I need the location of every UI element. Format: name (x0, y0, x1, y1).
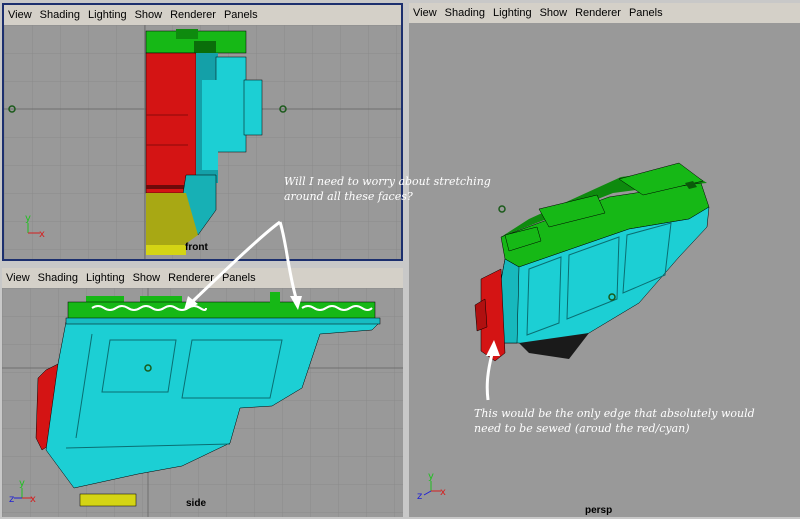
persp-panel-menubar: View Shading Lighting Show Renderer Pane… (409, 3, 800, 23)
menu-shading[interactable]: Shading (441, 3, 489, 23)
front-axis-x: x (39, 229, 45, 240)
front-viewport[interactable]: front y x (4, 25, 401, 259)
front-viewport-panel[interactable]: View Shading Lighting Show Renderer Pane… (2, 3, 403, 261)
menu-show[interactable]: Show (536, 3, 572, 23)
menu-lighting[interactable]: Lighting (82, 268, 129, 288)
side-panel-menubar: View Shading Lighting Show Renderer Pane… (2, 268, 403, 288)
menu-renderer[interactable]: Renderer (164, 268, 218, 288)
menu-panels[interactable]: Panels (220, 5, 262, 25)
sew-annotation-line1: This would be the only edge that absolut… (474, 407, 755, 420)
side-viewport-panel[interactable]: View Shading Lighting Show Renderer Pane… (2, 268, 403, 517)
menu-shading[interactable]: Shading (34, 268, 82, 288)
side-mesh (35, 292, 381, 507)
persp-viewport-panel[interactable]: View Shading Lighting Show Renderer Pane… (409, 3, 800, 517)
side-axis-x: x (30, 494, 36, 505)
persp-axis-gizmo: y x z (417, 471, 446, 502)
side-axis-z: z (9, 494, 14, 505)
menu-lighting[interactable]: Lighting (84, 5, 131, 25)
menu-panels[interactable]: Panels (218, 268, 260, 288)
persp-mesh (474, 162, 710, 362)
front-axis-y: y (25, 213, 31, 224)
persp-axis-x: x (440, 487, 446, 498)
front-camera-label: front (185, 242, 208, 253)
menu-renderer[interactable]: Renderer (166, 5, 220, 25)
menu-view[interactable]: View (409, 3, 441, 23)
menu-shading[interactable]: Shading (36, 5, 84, 25)
sew-annotation-line2: need to be sewed (aroud the red/cyan) (474, 422, 690, 435)
persp-viewport[interactable]: persp y x z (409, 23, 800, 517)
stretch-annotation: Will I need to worry about stretching ar… (284, 174, 504, 204)
side-camera-label: side (186, 498, 207, 509)
menu-show[interactable]: Show (131, 5, 167, 25)
stretch-annotation-line2: around all these faces? (284, 190, 413, 203)
front-panel-menubar: View Shading Lighting Show Renderer Pane… (4, 5, 401, 25)
menu-renderer[interactable]: Renderer (571, 3, 625, 23)
menu-view[interactable]: View (2, 268, 34, 288)
menu-panels[interactable]: Panels (625, 3, 667, 23)
side-viewport[interactable]: side y z x (2, 288, 403, 517)
side-axis-y: y (19, 478, 25, 489)
side-axis-gizmo: y z x (9, 478, 36, 505)
menu-view[interactable]: View (4, 5, 36, 25)
stretch-annotation-line1: Will I need to worry about stretching (284, 175, 491, 188)
persp-camera-label: persp (585, 505, 613, 516)
persp-axis-y: y (428, 471, 434, 482)
persp-axis-z: z (417, 491, 422, 502)
front-mesh (8, 29, 287, 255)
menu-lighting[interactable]: Lighting (489, 3, 536, 23)
front-axis-gizmo: y x (25, 213, 45, 240)
sew-annotation: This would be the only edge that absolut… (474, 406, 774, 436)
menu-show[interactable]: Show (129, 268, 165, 288)
